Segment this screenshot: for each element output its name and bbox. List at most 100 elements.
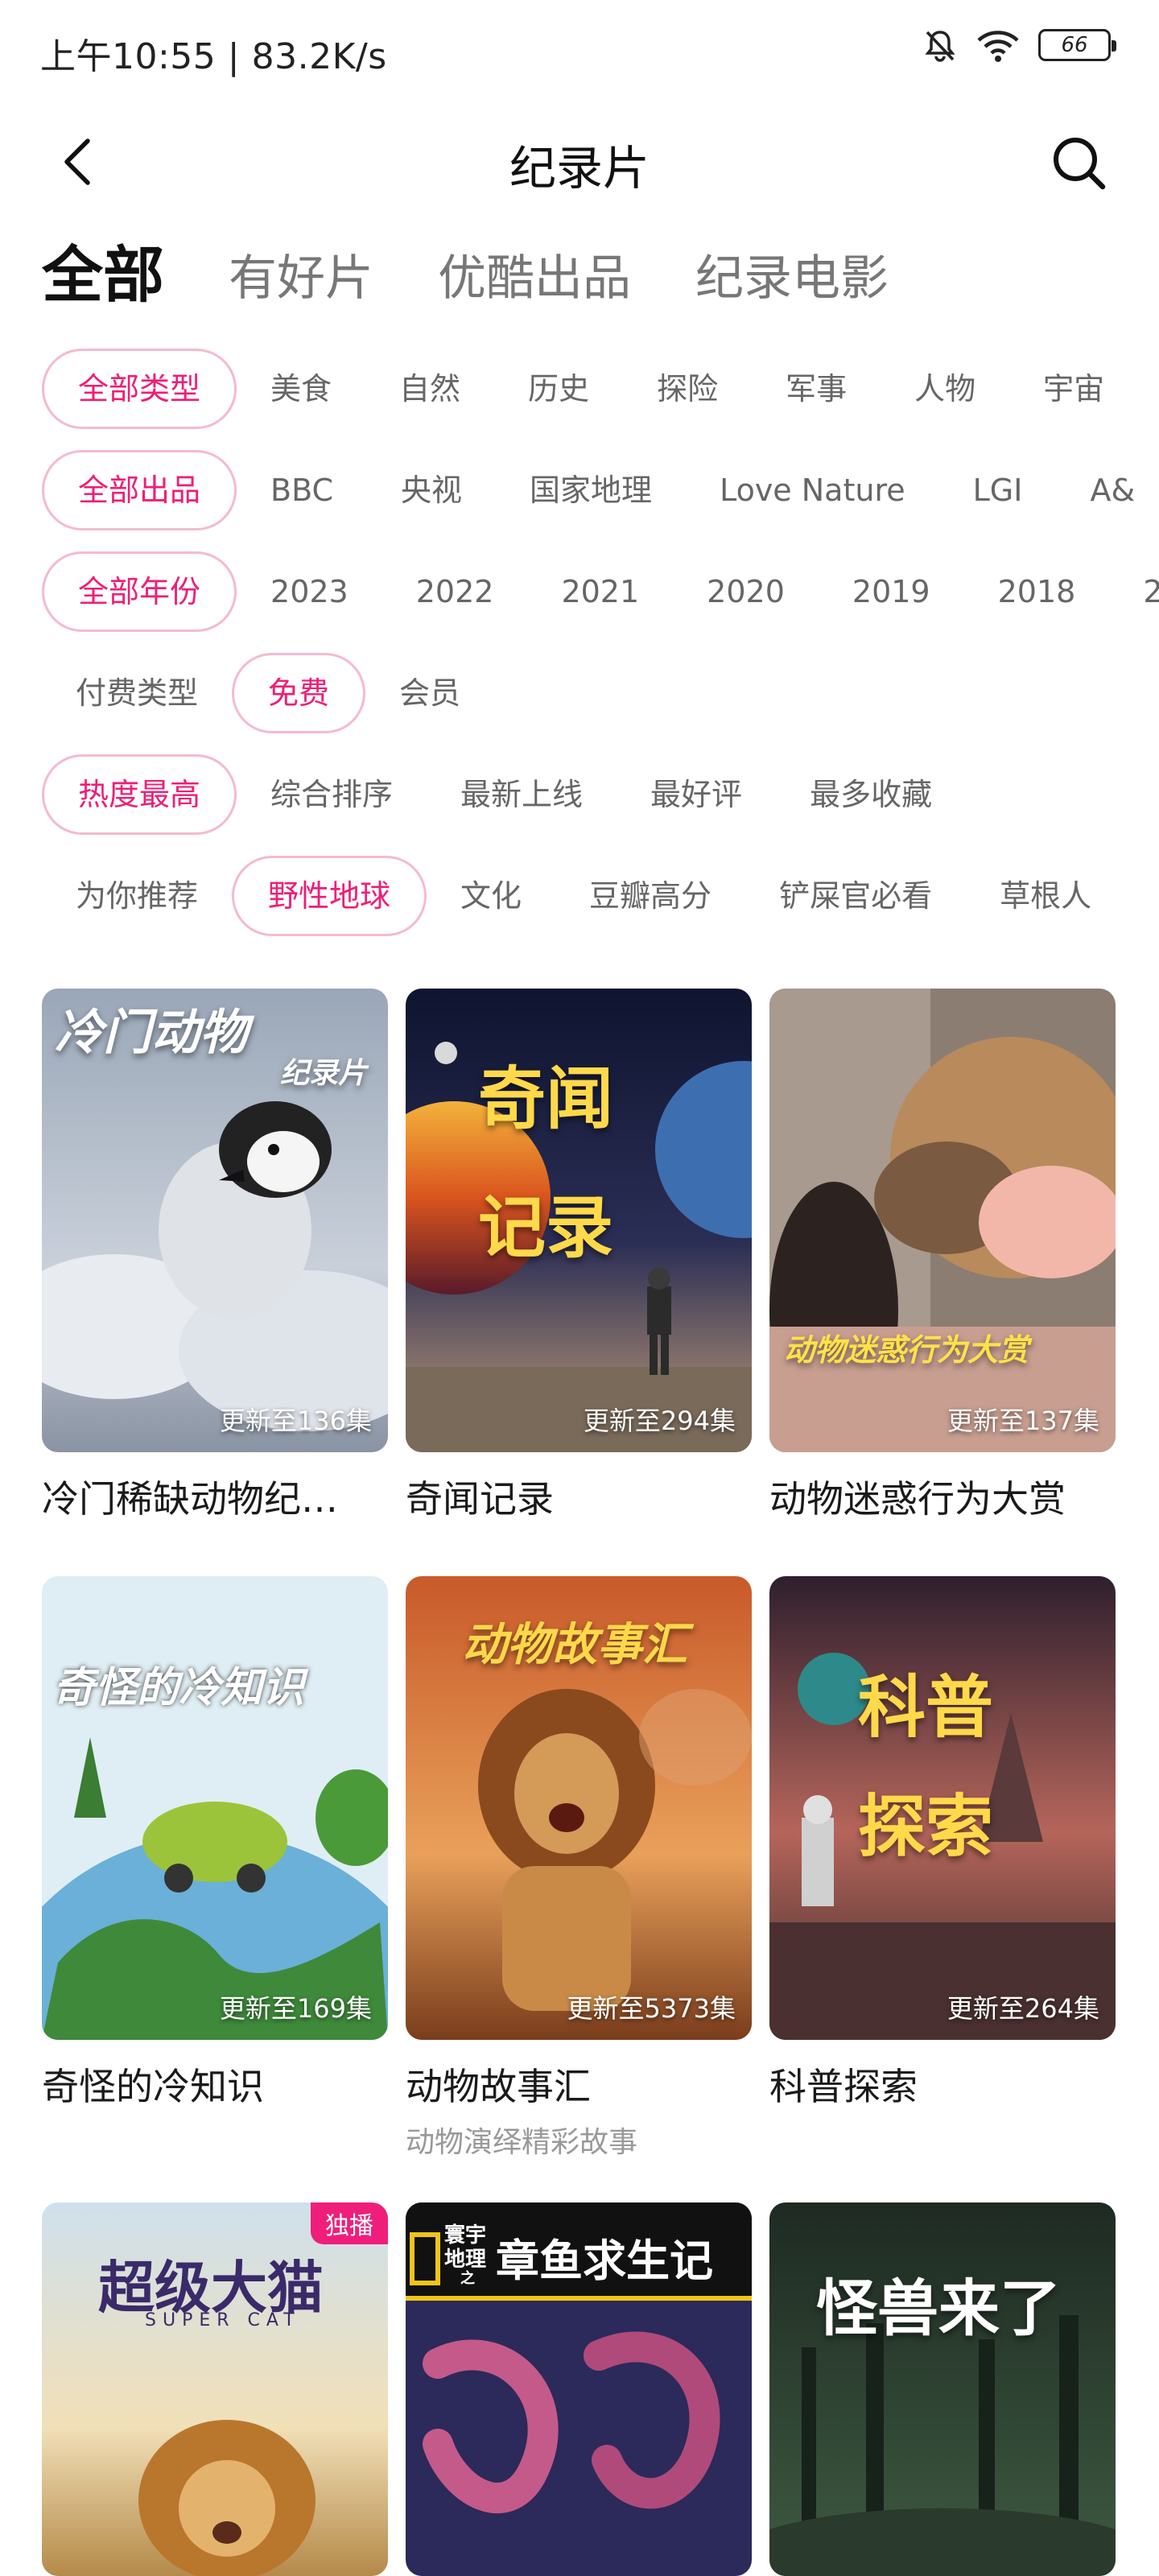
filter-chip[interactable]: 最多收藏 [776, 754, 966, 835]
poster-image: 独播 超级大猫 SUPER CAT [42, 2202, 388, 2576]
tab-all[interactable]: 全部 [42, 245, 164, 314]
filter-chip[interactable]: 免费 [232, 653, 366, 733]
poster-subtitle-text: 纪录片 [279, 1057, 367, 1090]
tab-good-films[interactable]: 有好片 [229, 254, 373, 314]
filter-row-tag: 为你推荐 野性地球 文化 豆瓣高分 铲屎官必看 草根人 [42, 845, 1159, 947]
exclusive-badge: 独播 [311, 2202, 388, 2244]
video-card[interactable]: 冷门动物 纪录片 更新至136集 冷门稀缺动物纪… [42, 989, 388, 1523]
tab-youku-originals[interactable]: 优酷出品 [438, 254, 631, 314]
poster-title-text: 怪兽来了 [816, 2273, 1061, 2344]
card-title: 奇怪的冷知识 [42, 2065, 264, 2108]
search-icon [1054, 138, 1106, 190]
filter-chip[interactable]: 自然 [365, 349, 494, 429]
filter-chip[interactable]: 全部类型 [42, 349, 237, 429]
filter-chip[interactable]: 军事 [752, 349, 881, 429]
filter-chip[interactable]: Love Nature [686, 450, 939, 530]
poster-title-text: 奇闻 [478, 1059, 614, 1138]
poster-brand-text: 寰宇 地理 [444, 2223, 486, 2272]
tab-documentary-films[interactable]: 纪录电影 [695, 254, 889, 314]
filter-chip[interactable]: 宇宙 [1009, 349, 1138, 429]
wolf-poster-art [769, 989, 1116, 1452]
filter-chip[interactable]: 人物 [881, 349, 1009, 429]
filter-chip[interactable]: BBC [237, 450, 367, 530]
video-card[interactable]: 奇闻 记录 更新至294集 奇闻记录 [406, 989, 752, 1523]
filter-chip[interactable]: 历史 [494, 349, 623, 429]
card-title: 科普探索 [769, 2065, 918, 2108]
poster-subtitle-text: SUPER CAT [145, 2310, 301, 2330]
video-card[interactable]: 科普 探索 更新至264集 科普探索 [769, 1576, 1116, 2111]
filter-chip[interactable]: A& [1056, 450, 1159, 530]
video-card[interactable]: 怪兽来了 [769, 2202, 1116, 2576]
card-title: 动物迷惑行为大赏 [769, 1477, 1066, 1521]
poster-image: 动物迷惑行为大赏 更新至137集 [769, 989, 1116, 1452]
poster-title-text: 冷门动物 [55, 1005, 248, 1061]
poster-image: 冷门动物 纪录片 更新至136集 [42, 989, 388, 1452]
filter-row-sort: 热度最高 综合排序 最新上线 最好评 最多收藏 [42, 744, 1159, 845]
filter-chip[interactable]: LGI [939, 450, 1057, 530]
poster-image: 动物故事汇 更新至5373集 [406, 1576, 752, 2040]
poster-title-text: 奇怪的冷知识 [53, 1664, 305, 1712]
episode-count: 更新至137集 [947, 1406, 1099, 1436]
filter-chip[interactable]: 最好评 [617, 754, 776, 835]
filter-chip[interactable]: 最新上线 [427, 754, 617, 835]
filter-chip[interactable]: 2023 [237, 551, 382, 632]
card-title: 动物故事汇 [406, 2065, 591, 2108]
filter-chip[interactable]: 2022 [382, 551, 528, 632]
video-card[interactable]: 动物故事汇 更新至5373集 动物故事汇 动物演绎精彩故事 [406, 1576, 752, 2161]
episode-count: 更新至136集 [219, 1406, 372, 1436]
filter-chip[interactable]: 2018 [964, 551, 1110, 632]
filter-chip[interactable]: 2020 [673, 551, 819, 632]
filter-chip[interactable]: 国家地理 [496, 450, 686, 530]
video-card[interactable]: 奇怪的冷知识 更新至169集 奇怪的冷知识 [42, 1576, 388, 2111]
filter-row-year: 全部年份 2023 2022 2021 2020 2019 2018 2 [42, 541, 1159, 642]
title-bar: 纪录片 [0, 113, 1159, 209]
mute-bell-icon [925, 31, 955, 62]
poster-title-text: 动物迷惑行为大赏 [784, 1332, 1029, 1368]
card-subtitle: 动物演绎精彩故事 [406, 2126, 638, 2159]
filter-chip[interactable]: 热度最高 [42, 754, 237, 835]
episode-count: 更新至5373集 [567, 1993, 736, 2024]
card-title: 冷门稀缺动物纪… [42, 1477, 338, 1521]
filter-chip[interactable]: 为你推荐 [42, 856, 232, 936]
filter-chip[interactable]: 会员 [365, 653, 494, 733]
filter-row-type: 全部类型 美食 自然 历史 探险 军事 人物 宇宙 [42, 338, 1159, 440]
filter-row-pay: 付费类型 免费 会员 [42, 642, 1159, 744]
episode-count: 更新至294集 [583, 1406, 736, 1436]
filter-row-producer: 全部出品 BBC 央视 国家地理 Love Nature LGI A& [42, 440, 1159, 541]
battery-icon: 66 [1038, 29, 1116, 61]
filter-chip[interactable]: 草根人 [966, 856, 1125, 936]
search-button[interactable] [1046, 130, 1111, 195]
poster-title-text: 章鱼求生记 [496, 2235, 713, 2286]
status-icons: 66 [922, 27, 1116, 63]
filter-chip[interactable]: 野性地球 [232, 856, 427, 936]
filter-panel: 全部类型 美食 自然 历史 探险 军事 人物 宇宙 全部出品 BBC 央视 国家… [42, 338, 1159, 947]
filter-chip[interactable]: 全部年份 [42, 551, 237, 632]
poster-title-text: 动物故事汇 [462, 1619, 687, 1671]
filter-chip[interactable]: 文化 [427, 856, 555, 936]
poster-title-text: 科普 [858, 1668, 994, 1747]
filter-chip[interactable]: 美食 [237, 349, 365, 429]
filter-chip[interactable]: 2021 [527, 551, 673, 632]
filter-chip[interactable]: 铲屎官必看 [745, 856, 966, 936]
video-card[interactable]: 寰宇 地理 之 章鱼求生记 [406, 2202, 752, 2576]
wifi-icon [977, 31, 1019, 62]
status-time: 上午10:55 | 83.2K/s [40, 36, 387, 77]
poster-image: 寰宇 地理 之 章鱼求生记 [406, 2202, 752, 2576]
poster-title-text: 记录 [478, 1188, 614, 1267]
poster-image: 奇怪的冷知识 更新至169集 [42, 1576, 388, 2040]
filter-chip[interactable]: 综合排序 [237, 754, 427, 835]
status-bar: 上午10:55 | 83.2K/s 66 [0, 0, 1159, 97]
filter-chip[interactable]: 豆瓣高分 [555, 856, 745, 936]
page-title: 纪录片 [509, 141, 650, 196]
poster-image: 奇闻 记录 更新至294集 [406, 989, 752, 1452]
filter-chip[interactable]: 2 [1109, 551, 1159, 632]
episode-count: 更新至169集 [219, 1993, 372, 2024]
filter-chip[interactable]: 央视 [367, 450, 496, 530]
main-tabs: 全部 有好片 优酷出品 纪录电影 [42, 225, 889, 314]
video-card[interactable]: 独播 超级大猫 SUPER CAT [42, 2202, 388, 2576]
filter-chip[interactable]: 付费类型 [42, 653, 232, 733]
filter-chip[interactable]: 2019 [819, 551, 964, 632]
filter-chip[interactable]: 全部出品 [42, 450, 237, 530]
filter-chip[interactable]: 探险 [623, 349, 752, 429]
video-card[interactable]: 动物迷惑行为大赏 更新至137集 动物迷惑行为大赏 [769, 989, 1116, 1523]
